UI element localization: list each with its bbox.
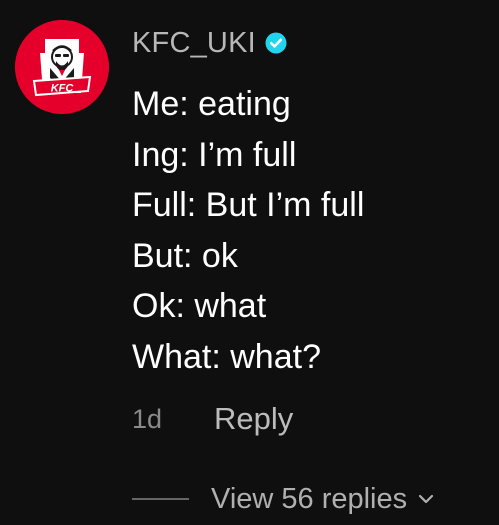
comment-meta: 1d Reply <box>132 398 293 440</box>
comment-item: KFC KFC_UKI Me: eating Ing: I’m full Ful… <box>0 0 499 525</box>
verified-badge-icon <box>265 32 287 54</box>
replies-divider <box>132 498 189 500</box>
comment-line: Ing: I’m full <box>132 135 297 174</box>
chevron-down-icon <box>417 490 435 508</box>
comment-line: What: what? <box>132 337 321 376</box>
comment-line: Ok: what <box>132 287 267 325</box>
comment-line: Me: eating <box>132 85 291 123</box>
comment-line: Full: But I’m full <box>132 186 365 224</box>
view-replies-label: View 56 replies <box>211 482 408 515</box>
view-replies-button[interactable]: View 56 replies <box>132 477 435 521</box>
comment-text: Me: eating Ing: I’m full Full: But I’m f… <box>132 79 482 382</box>
reply-button[interactable]: Reply <box>214 401 293 437</box>
author-username[interactable]: KFC_UKI <box>132 27 256 60</box>
avatar[interactable]: KFC <box>15 20 109 114</box>
comment-line: But: ok <box>132 236 238 275</box>
comment-timestamp: 1d <box>132 403 163 434</box>
kfc-logo-icon: KFC <box>15 20 109 114</box>
kfc-logo-text: KFC <box>51 83 75 95</box>
author-row: KFC_UKI <box>132 22 482 64</box>
comment-body: KFC_UKI Me: eating Ing: I’m full Full: B… <box>132 22 482 382</box>
